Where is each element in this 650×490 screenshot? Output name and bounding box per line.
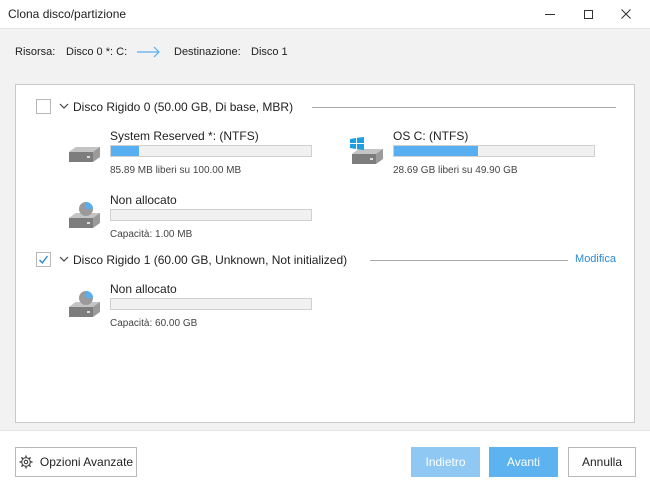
usage-bar [110, 209, 312, 221]
usage-bar [110, 298, 312, 310]
content-area: Disco Rigido 0 (50.00 GB, Di base, MBR) … [0, 74, 650, 430]
destination-label: Destinazione: [174, 46, 241, 58]
maximize-icon [583, 9, 593, 19]
modify-link[interactable]: Modifica [575, 253, 616, 265]
disk-1-header: Disco Rigido 1 (60.00 GB, Unknown, Not i… [36, 250, 616, 270]
minimize-icon [545, 13, 555, 15]
partition-name: OS C: (NTFS) [393, 129, 469, 143]
divider [370, 260, 568, 261]
windows-drive-icon [350, 137, 383, 164]
unallocated-disk-icon [69, 291, 100, 317]
partition-system-reserved[interactable]: System Reserved *: (NTFS) 85.89 MB liber… [66, 129, 312, 179]
advanced-options-label: Opzioni Avanzate [39, 455, 134, 469]
usage-bar-fill [394, 146, 478, 156]
gear-icon [19, 455, 33, 469]
maximize-button[interactable] [568, 0, 608, 28]
unallocated-disk-icon [69, 202, 100, 228]
source-label: Risorsa: [15, 46, 56, 58]
divider [312, 107, 616, 108]
title-bar: Clona disco/partizione [0, 0, 650, 28]
partition-unallocated-disk-1[interactable]: Non allocato Capacità: 60.00 GB [66, 282, 312, 332]
next-button[interactable]: Avanti [489, 447, 558, 477]
usage-bar-fill [111, 146, 139, 156]
footer: Opzioni Avanzate Indietro Avanti Annulla [0, 430, 650, 490]
partition-info: 85.89 MB liberi su 100.00 MB [110, 165, 242, 176]
partition-info: Capacità: 1.00 MB [110, 229, 193, 240]
chevron-down-icon[interactable] [58, 253, 70, 265]
disk-0-label: Disco Rigido 0 (50.00 GB, Di base, MBR) [73, 100, 294, 114]
source-destination-bar: Risorsa: Disco 0 *: C: Destinazione: Dis… [0, 28, 650, 74]
chevron-down-icon[interactable] [58, 100, 70, 112]
partition-name: Non allocato [110, 193, 177, 207]
partition-unallocated-disk-0[interactable]: Non allocato Capacità: 1.00 MB [66, 193, 312, 243]
partition-os-c[interactable]: OS C: (NTFS) 28.69 GB liberi su 49.90 GB [349, 129, 595, 179]
usage-bar [393, 145, 595, 157]
back-button[interactable]: Indietro [411, 447, 480, 477]
hard-drive-icon [69, 147, 100, 162]
disk-list-panel: Disco Rigido 0 (50.00 GB, Di base, MBR) … [15, 84, 635, 423]
checkmark-icon [39, 255, 49, 264]
usage-bar [110, 145, 312, 157]
advanced-options-button[interactable]: Opzioni Avanzate [15, 447, 137, 477]
destination-value: Disco 1 [251, 46, 288, 58]
partition-info: 28.69 GB liberi su 49.90 GB [393, 165, 518, 176]
disk-0-header: Disco Rigido 0 (50.00 GB, Di base, MBR) [36, 97, 616, 117]
arrow-right-icon [137, 46, 160, 58]
minimize-button[interactable] [530, 0, 570, 28]
close-icon [621, 9, 631, 19]
partition-name: Non allocato [110, 282, 177, 296]
window-title: Clona disco/partizione [8, 7, 127, 21]
cancel-button[interactable]: Annulla [568, 447, 636, 477]
partition-info: Capacità: 60.00 GB [110, 318, 198, 329]
partition-name: System Reserved *: (NTFS) [110, 129, 259, 143]
disk-0-checkbox[interactable] [36, 99, 51, 114]
disk-1-checkbox[interactable] [36, 252, 51, 267]
close-button[interactable] [606, 0, 646, 28]
source-value: Disco 0 *: C: [66, 46, 128, 58]
disk-1-label: Disco Rigido 1 (60.00 GB, Unknown, Not i… [73, 253, 348, 267]
